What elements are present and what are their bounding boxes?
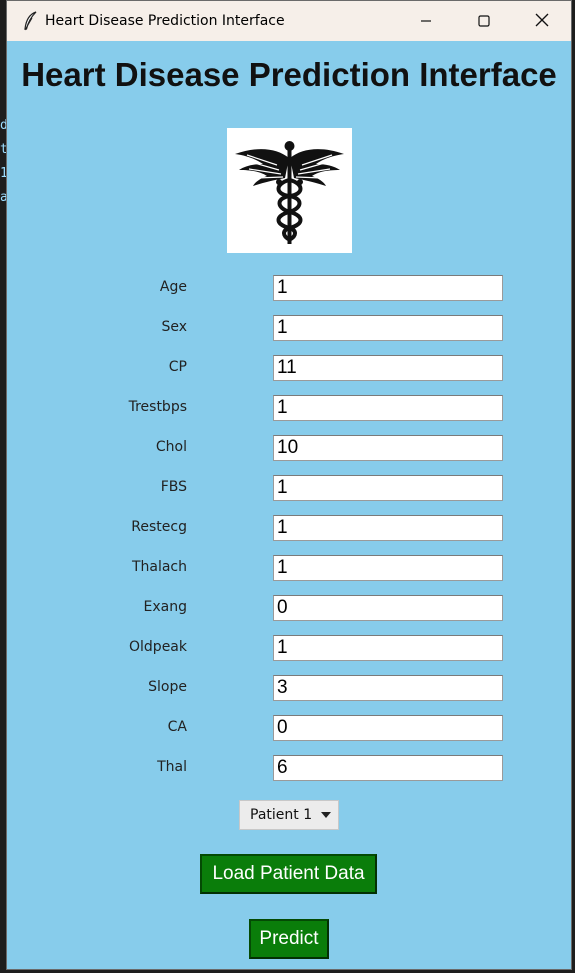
field-label-oldpeak: Oldpeak bbox=[129, 639, 187, 655]
window-controls bbox=[397, 1, 571, 41]
field-row-restecg: Restecg bbox=[7, 514, 571, 542]
field-label-exang: Exang bbox=[143, 599, 187, 615]
field-label-thalach: Thalach bbox=[131, 559, 187, 575]
patient-select[interactable]: Patient 1 bbox=[239, 800, 339, 830]
trestbps-input[interactable] bbox=[273, 395, 503, 421]
minimize-button[interactable] bbox=[397, 1, 455, 41]
field-label-slope: Slope bbox=[148, 679, 187, 695]
app-window: Heart Disease Prediction Interface Heart… bbox=[6, 0, 572, 970]
thal-input[interactable] bbox=[273, 755, 503, 781]
age-input[interactable] bbox=[273, 275, 503, 301]
caret-down-icon bbox=[314, 812, 338, 818]
field-row-oldpeak: Oldpeak bbox=[7, 634, 571, 662]
field-row-chol: Chol bbox=[7, 434, 571, 462]
field-label-fbs: FBS bbox=[160, 479, 187, 495]
window-title: Heart Disease Prediction Interface bbox=[45, 13, 285, 29]
caduceus-icon bbox=[227, 128, 352, 253]
field-row-trestbps: Trestbps bbox=[7, 394, 571, 422]
restecg-input[interactable] bbox=[273, 515, 503, 541]
field-row-ca: CA bbox=[7, 714, 571, 742]
load-patient-data-button[interactable]: Load Patient Data bbox=[200, 854, 377, 894]
oldpeak-input[interactable] bbox=[273, 635, 503, 661]
slope-input[interactable] bbox=[273, 675, 503, 701]
fbs-input[interactable] bbox=[273, 475, 503, 501]
maximize-button[interactable] bbox=[455, 1, 513, 41]
field-row-fbs: FBS bbox=[7, 474, 571, 502]
patient-select-value: Patient 1 bbox=[250, 807, 313, 823]
field-label-thal: Thal bbox=[157, 759, 187, 775]
field-row-slope: Slope bbox=[7, 674, 571, 702]
maximize-icon bbox=[478, 12, 490, 31]
field-row-age: Age bbox=[7, 274, 571, 302]
close-icon bbox=[535, 12, 549, 31]
close-button[interactable] bbox=[513, 1, 571, 41]
field-label-chol: Chol bbox=[155, 439, 187, 455]
field-row-thalach: Thalach bbox=[7, 554, 571, 582]
title-bar: Heart Disease Prediction Interface bbox=[7, 1, 571, 41]
cp-input[interactable] bbox=[273, 355, 503, 381]
field-label-ca: CA bbox=[167, 719, 187, 735]
field-label-age: Age bbox=[159, 279, 187, 295]
field-row-thal: Thal bbox=[7, 754, 571, 782]
page-title: Heart Disease Prediction Interface bbox=[21, 56, 557, 93]
feather-icon bbox=[17, 11, 45, 31]
chol-input[interactable] bbox=[273, 435, 503, 461]
field-label-sex: Sex bbox=[161, 319, 187, 335]
predict-button[interactable]: Predict bbox=[249, 919, 329, 959]
ca-input[interactable] bbox=[273, 715, 503, 741]
sex-input[interactable] bbox=[273, 315, 503, 341]
field-row-exang: Exang bbox=[7, 594, 571, 622]
exang-input[interactable] bbox=[273, 595, 503, 621]
field-row-sex: Sex bbox=[7, 314, 571, 342]
field-row-cp: CP bbox=[7, 354, 571, 382]
field-label-restecg: Restecg bbox=[131, 519, 187, 535]
thalach-input[interactable] bbox=[273, 555, 503, 581]
field-label-trestbps: Trestbps bbox=[128, 399, 187, 415]
minimize-icon bbox=[420, 12, 432, 31]
field-label-cp: CP bbox=[168, 359, 187, 375]
